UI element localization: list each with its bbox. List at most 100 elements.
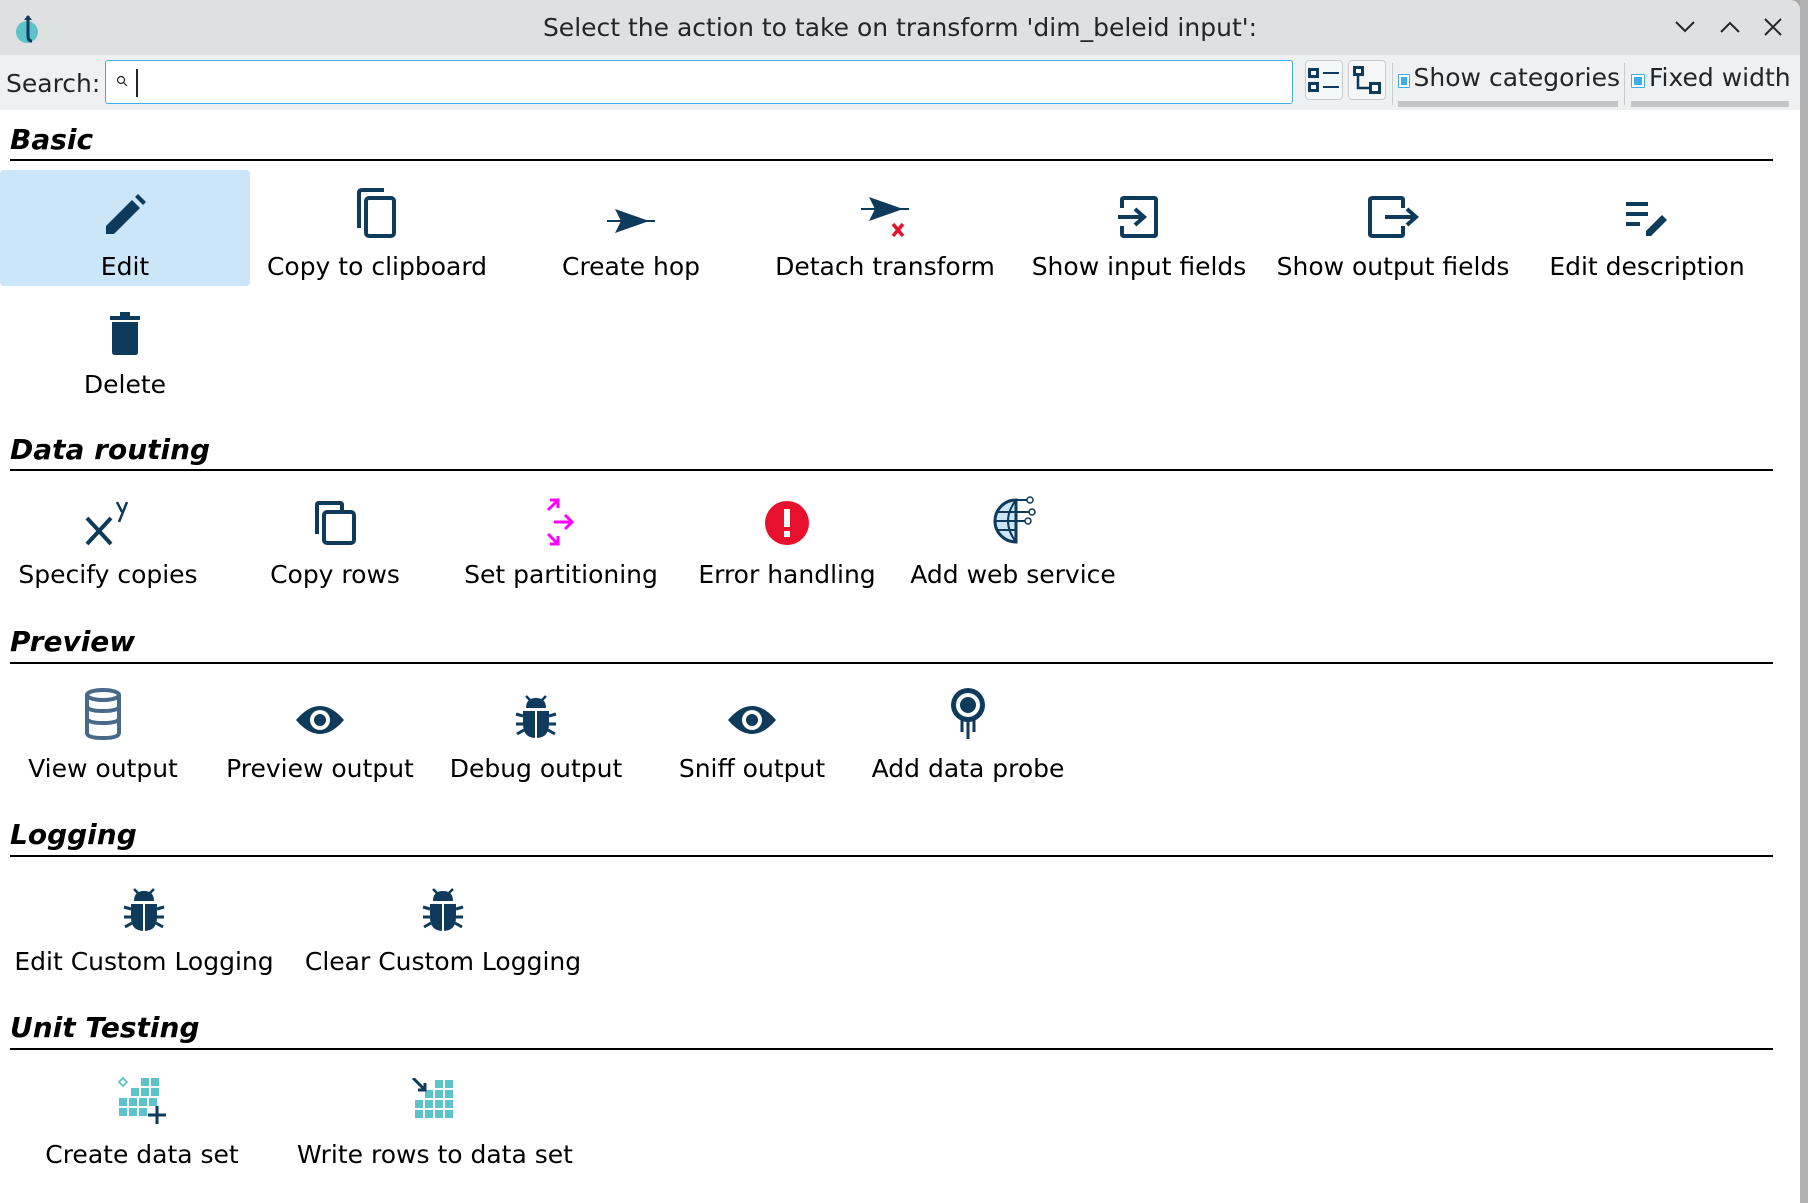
copy-icon xyxy=(357,188,396,238)
toolbar-separator xyxy=(1392,63,1393,105)
background-window-edge xyxy=(1800,0,1808,1203)
action-label: Delete xyxy=(83,370,167,399)
action-edit[interactable]: Edit xyxy=(0,170,250,286)
trash-icon xyxy=(110,312,140,355)
fixed-width-checkbox[interactable]: Fixed width xyxy=(1631,63,1793,107)
search-input[interactable] xyxy=(105,60,1293,104)
action-label: Copy rows xyxy=(270,560,400,589)
action-copy-to-clipboard[interactable]: Copy to clipboard xyxy=(250,170,504,286)
action-label: Create data set xyxy=(45,1140,239,1169)
category-title-unit-testing: Unit Testing xyxy=(10,1011,200,1044)
action-label: Debug output xyxy=(449,754,623,783)
action-label: Add web service xyxy=(910,560,1116,589)
action-create-hop[interactable]: Create hop xyxy=(504,170,758,286)
action-label: Write rows to data set xyxy=(297,1140,573,1169)
action-label: Copy to clipboard xyxy=(266,252,488,281)
category-divider xyxy=(10,469,1773,471)
action-specify-copies[interactable]: Specify copies xyxy=(0,478,216,594)
action-debug-output[interactable]: Debug output xyxy=(428,672,644,788)
checkbox-checked-icon xyxy=(1398,74,1410,88)
action-add-web-service[interactable]: Add web service xyxy=(900,478,1126,594)
pencil-icon xyxy=(106,194,146,234)
category-title-preview: Preview xyxy=(10,625,136,658)
tree-view-button[interactable] xyxy=(1348,60,1386,100)
action-sniff-output[interactable]: Sniff output xyxy=(644,672,860,788)
eye-icon xyxy=(296,706,344,734)
action-label: Create hop xyxy=(561,252,701,281)
input-fields-icon xyxy=(1118,196,1158,238)
detach-icon xyxy=(861,197,909,238)
checkbox-checked-icon xyxy=(1631,74,1645,88)
create-dataset-icon xyxy=(117,1076,166,1124)
chevron-up-icon xyxy=(1720,21,1740,33)
partitioning-icon xyxy=(546,498,575,546)
minimize-button[interactable] xyxy=(1670,12,1700,42)
action-view-output[interactable]: View output xyxy=(0,672,206,788)
action-preview-output[interactable]: Preview output xyxy=(212,672,428,788)
search-toolbar: Search: Show categories Fixed width xyxy=(0,55,1800,110)
action-label: Specify copies xyxy=(18,560,198,589)
action-write-rows-to-data-set[interactable]: Write rows to data set xyxy=(290,1058,580,1174)
copies-icon xyxy=(85,501,129,546)
action-edit-custom-logging[interactable]: Edit Custom Logging xyxy=(0,865,288,981)
bug-icon xyxy=(123,888,165,931)
action-add-data-probe[interactable]: Add data probe xyxy=(860,672,1076,788)
action-label: Set partitioning xyxy=(464,560,658,589)
bug-icon xyxy=(422,888,464,931)
category-divider xyxy=(10,662,1773,664)
action-label: Edit Custom Logging xyxy=(14,947,274,976)
action-show-input-fields[interactable]: Show input fields xyxy=(1012,170,1266,286)
action-label: Preview output xyxy=(226,754,414,783)
close-icon xyxy=(1764,18,1782,36)
edit-description-icon xyxy=(1626,202,1667,236)
show-categories-checkbox[interactable]: Show categories xyxy=(1398,63,1620,107)
toolbar-separator xyxy=(1624,63,1625,105)
action-label: Error handling xyxy=(698,560,876,589)
category-divider xyxy=(10,159,1773,161)
chevron-down-icon xyxy=(1675,21,1695,33)
action-label: View output xyxy=(28,754,178,783)
eye-icon xyxy=(728,706,776,734)
action-label: Clear Custom Logging xyxy=(304,947,582,976)
checkbox-underbar xyxy=(1398,101,1618,107)
error-icon xyxy=(765,501,809,545)
tree-view-icon xyxy=(1353,66,1381,94)
category-divider xyxy=(10,855,1773,857)
text-cursor xyxy=(136,69,138,97)
bug-icon xyxy=(515,695,557,738)
action-label: Edit xyxy=(100,252,150,281)
action-label: Show output fields xyxy=(1276,252,1510,281)
action-label: Edit description xyxy=(1549,252,1745,281)
database-icon xyxy=(85,688,121,740)
action-label: Detach transform xyxy=(775,252,995,281)
write-dataset-icon xyxy=(411,1078,453,1118)
action-label: Sniff output xyxy=(678,754,826,783)
output-fields-icon xyxy=(1368,196,1419,238)
list-view-button[interactable] xyxy=(1305,60,1343,100)
show-categories-label: Show categories xyxy=(1413,63,1620,92)
close-button[interactable] xyxy=(1758,12,1788,42)
category-title-data-routing: Data routing xyxy=(10,433,211,466)
action-clear-custom-logging[interactable]: Clear Custom Logging xyxy=(294,865,592,981)
hop-arrow-icon xyxy=(607,209,655,233)
action-delete[interactable]: Delete xyxy=(0,288,250,404)
copy-rows-icon xyxy=(315,501,356,545)
checkbox-underbar xyxy=(1631,101,1789,107)
web-service-icon xyxy=(993,496,1036,544)
action-error-handling[interactable]: Error handling xyxy=(674,478,900,594)
action-edit-description[interactable]: Edit description xyxy=(1520,170,1774,286)
action-set-partitioning[interactable]: Set partitioning xyxy=(448,478,674,594)
action-dialog: Select the action to take on transform '… xyxy=(0,0,1800,1203)
window-title: Select the action to take on transform '… xyxy=(542,13,1258,42)
probe-icon xyxy=(951,688,985,739)
action-create-data-set[interactable]: Create data set xyxy=(0,1058,284,1174)
list-view-icon xyxy=(1308,68,1339,92)
actions-panel: Basic Edit Copy to clipboard Create hop … xyxy=(0,110,1800,1203)
action-copy-rows[interactable]: Copy rows xyxy=(222,478,448,594)
maximize-button[interactable] xyxy=(1715,12,1745,42)
action-detach-transform[interactable]: Detach transform xyxy=(758,170,1012,286)
fixed-width-label: Fixed width xyxy=(1649,63,1791,92)
action-show-output-fields[interactable]: Show output fields xyxy=(1266,170,1520,286)
category-title-logging: Logging xyxy=(10,818,137,851)
category-title-basic: Basic xyxy=(10,123,94,156)
